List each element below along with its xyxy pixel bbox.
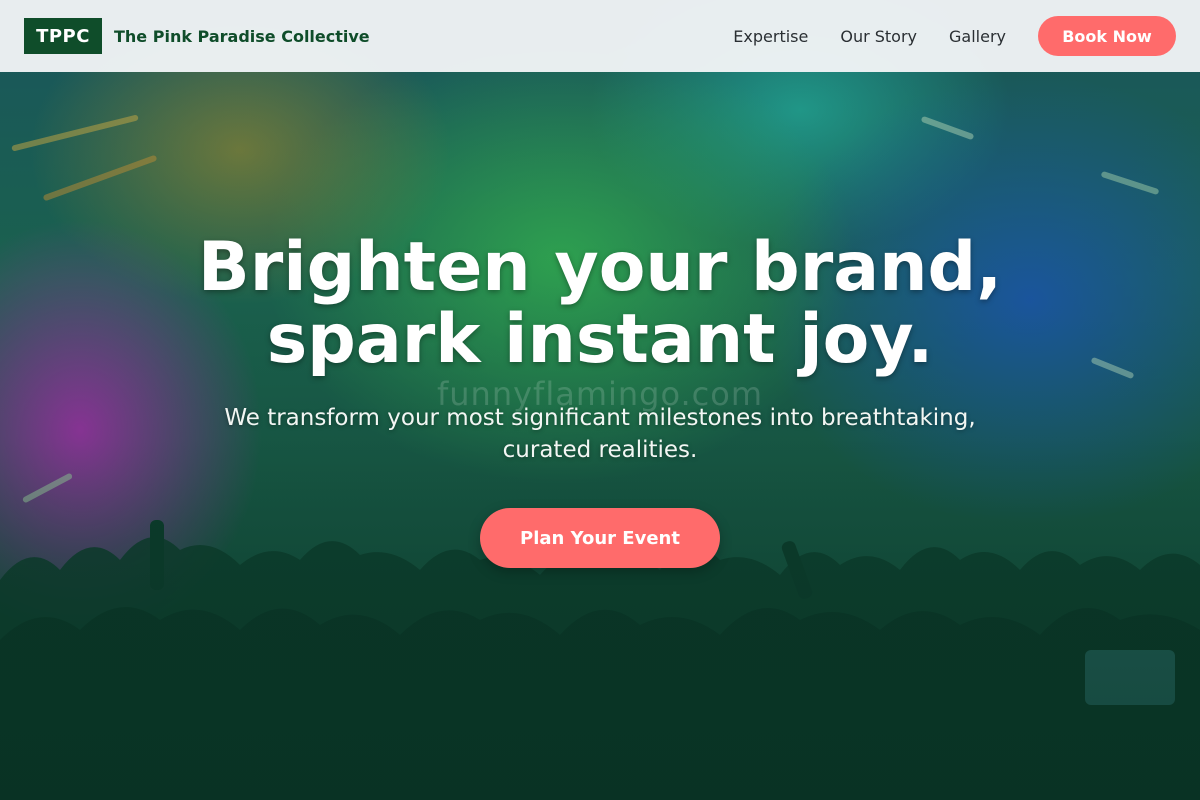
brand-logo-link[interactable]: TPPC The Pink Paradise Collective: [24, 18, 370, 54]
hero-headline-line1: Brighten your brand,: [197, 228, 1003, 307]
hero-headline: Brighten your brand, spark instant joy.: [0, 232, 1200, 376]
plan-your-event-button[interactable]: Plan Your Event: [480, 508, 720, 568]
nav-link-our-story[interactable]: Our Story: [840, 27, 917, 46]
brand-name: The Pink Paradise Collective: [114, 26, 370, 46]
nav-link-expertise[interactable]: Expertise: [733, 27, 808, 46]
main-nav: Expertise Our Story Gallery Book Now: [733, 16, 1176, 56]
book-now-button[interactable]: Book Now: [1038, 16, 1176, 56]
logo-mark: TPPC: [24, 18, 102, 54]
watermark-text: funnyflamingo.com: [437, 375, 763, 413]
hero-headline-line2: spark instant joy.: [266, 300, 934, 379]
nav-link-gallery[interactable]: Gallery: [949, 27, 1006, 46]
top-navbar: TPPC The Pink Paradise Collective Expert…: [0, 0, 1200, 72]
hero-section: funnyflamingo.com Brighten your brand, s…: [0, 232, 1200, 568]
landing-page: TPPC The Pink Paradise Collective Expert…: [0, 0, 1200, 800]
